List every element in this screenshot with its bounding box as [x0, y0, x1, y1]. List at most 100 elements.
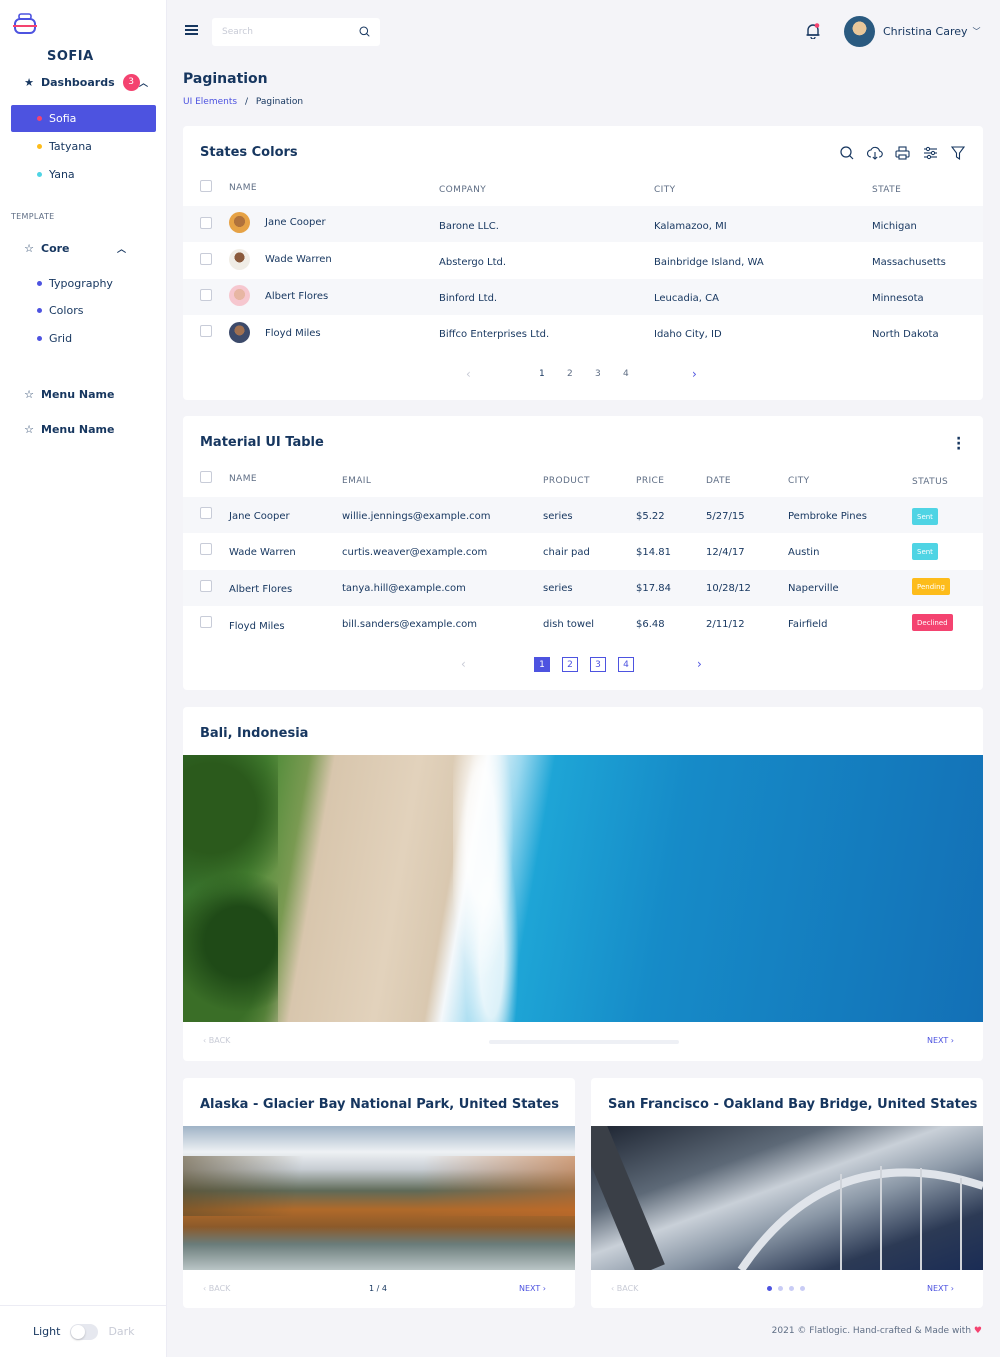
- cell-date: 2/11/12: [706, 619, 745, 630]
- avatar: [229, 322, 250, 343]
- page-number[interactable]: 3: [595, 369, 601, 379]
- sofia-logo-icon[interactable]: [12, 13, 38, 41]
- search-placeholder: Search: [222, 27, 253, 37]
- column-header[interactable]: PRICE: [636, 476, 664, 486]
- nav-menu-label: Menu Name: [41, 387, 115, 401]
- page-number[interactable]: 2: [562, 657, 578, 672]
- cell-company: Biffco Enterprises Ltd.: [439, 329, 550, 340]
- nav-item-label: Grid: [49, 332, 73, 345]
- page-number[interactable]: 1: [534, 657, 550, 672]
- column-header[interactable]: CITY: [788, 476, 810, 486]
- dot-icon: [37, 336, 42, 341]
- star-icon: ★: [24, 75, 34, 89]
- row-checkbox[interactable]: [200, 543, 212, 555]
- row-checkbox[interactable]: [200, 289, 212, 301]
- carousel-next-button[interactable]: NEXT ›: [927, 1036, 954, 1045]
- carousel-dot[interactable]: [789, 1286, 794, 1291]
- theme-switcher: Light Dark: [0, 1305, 167, 1357]
- carousel-dot-active[interactable]: [767, 1286, 772, 1291]
- carousel-next-button[interactable]: NEXT ›: [927, 1284, 954, 1293]
- column-header[interactable]: PRODUCT: [543, 476, 590, 486]
- sf-bridge-image: [591, 1126, 983, 1270]
- carousel-dots: [767, 1286, 805, 1291]
- column-header[interactable]: EMAIL: [342, 476, 371, 486]
- cell-price: $6.48: [636, 619, 665, 630]
- cell-date: 10/28/12: [706, 583, 751, 594]
- carousel-dot[interactable]: [800, 1286, 805, 1291]
- nav-menu-name-2[interactable]: ☆ Menu Name: [0, 415, 145, 443]
- notification-bell-icon[interactable]: [806, 23, 820, 39]
- column-header[interactable]: DATE: [706, 476, 731, 486]
- more-vertical-icon[interactable]: · · ·: [956, 432, 961, 456]
- nav-item-yana[interactable]: Yana: [11, 161, 156, 188]
- nav-item-tatyana[interactable]: Tatyana: [11, 133, 156, 160]
- row-checkbox[interactable]: [200, 507, 212, 519]
- column-header[interactable]: NAME: [229, 183, 257, 193]
- brand-name: SOFIA: [47, 49, 94, 64]
- nav-item-grid[interactable]: Grid: [11, 325, 156, 352]
- next-label: NEXT: [519, 1284, 541, 1293]
- next-page-icon[interactable]: ›: [697, 657, 702, 671]
- carousel-next-button[interactable]: NEXT ›: [519, 1284, 546, 1293]
- select-all-checkbox[interactable]: [200, 471, 212, 483]
- nav-dashboards[interactable]: ★ Dashboards 3 ︿: [11, 68, 156, 96]
- row-checkbox[interactable]: [200, 616, 212, 628]
- page-number[interactable]: 1: [539, 369, 545, 379]
- cell-city: Naperville: [788, 583, 839, 594]
- filter-icon[interactable]: [951, 146, 965, 160]
- column-header[interactable]: STATE: [872, 185, 901, 195]
- dot-icon: [37, 116, 42, 121]
- column-header[interactable]: NAME: [229, 474, 257, 484]
- row-checkbox[interactable]: [200, 217, 212, 229]
- dot-icon: [37, 144, 42, 149]
- page-number[interactable]: 4: [618, 657, 634, 672]
- page-number[interactable]: 2: [567, 369, 573, 379]
- search-icon[interactable]: [840, 146, 854, 160]
- page-number[interactable]: 3: [590, 657, 606, 672]
- column-header[interactable]: COMPANY: [439, 185, 486, 195]
- alaska-glacier-image: [183, 1126, 575, 1270]
- bali-beach-image: [183, 755, 983, 1022]
- next-page-icon[interactable]: ›: [692, 367, 697, 381]
- select-all-checkbox[interactable]: [200, 180, 212, 192]
- cell-date: 5/27/15: [706, 511, 745, 522]
- printer-icon[interactable]: [895, 146, 910, 160]
- search-icon[interactable]: [359, 26, 370, 37]
- cell-email: bill.sanders@example.com: [342, 619, 477, 630]
- cell-price: $17.84: [636, 583, 671, 594]
- bridge-arch-icon: [591, 1126, 983, 1270]
- cell-city: Kalamazoo, MI: [654, 221, 727, 232]
- cell-email: curtis.weaver@example.com: [342, 547, 488, 558]
- carousel-back-button[interactable]: ‹ BACK: [203, 1284, 230, 1293]
- column-header[interactable]: CITY: [654, 185, 676, 195]
- nav-core[interactable]: ☆ Core ︿: [0, 234, 145, 262]
- waves-overlay: [453, 755, 523, 1022]
- row-checkbox[interactable]: [200, 253, 212, 265]
- nav-item-sofia[interactable]: Sofia: [11, 105, 156, 132]
- row-checkbox[interactable]: [200, 325, 212, 337]
- carousel-dot[interactable]: [778, 1286, 783, 1291]
- cell-company: Abstergo Ltd.: [439, 257, 507, 268]
- carousel-back-button[interactable]: ‹ BACK: [203, 1036, 230, 1045]
- hamburger-menu-icon[interactable]: [185, 25, 198, 35]
- column-header[interactable]: STATUS: [912, 477, 948, 487]
- carousel-back-button[interactable]: ‹ BACK: [611, 1284, 638, 1293]
- theme-dark-label: Dark: [108, 1325, 135, 1338]
- search-input[interactable]: Search: [212, 18, 380, 46]
- settings-sliders-icon[interactable]: [923, 146, 938, 160]
- nav-menu-name-1[interactable]: ☆ Menu Name: [0, 380, 145, 408]
- prev-page-icon[interactable]: ‹: [466, 367, 471, 381]
- back-label: BACK: [208, 1284, 231, 1293]
- nav-item-colors[interactable]: Colors: [11, 297, 156, 324]
- theme-light-label: Light: [33, 1325, 61, 1338]
- breadcrumb-parent-link[interactable]: UI Elements: [183, 97, 237, 107]
- theme-toggle[interactable]: [70, 1323, 99, 1340]
- row-checkbox[interactable]: [200, 580, 212, 592]
- prev-page-icon[interactable]: ‹: [461, 657, 466, 671]
- cell-email: tanya.hill@example.com: [342, 583, 466, 594]
- user-menu[interactable]: Christina Carey ﹀: [844, 16, 981, 47]
- cloud-download-icon[interactable]: [867, 146, 883, 160]
- page-number[interactable]: 4: [623, 369, 629, 379]
- cell-product: series: [543, 511, 573, 522]
- nav-item-typography[interactable]: Typography: [11, 270, 156, 297]
